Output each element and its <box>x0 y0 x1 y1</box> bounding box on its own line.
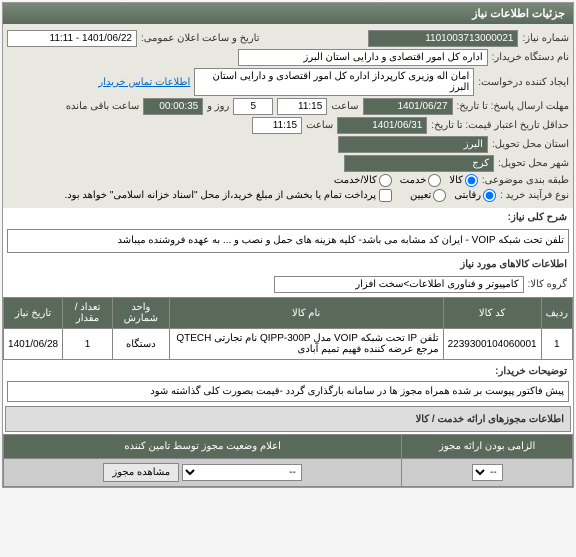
city-field: کرج <box>344 155 494 172</box>
td-code: 2239300104060001 <box>443 329 541 360</box>
th-qty: تعداد / مقدار <box>63 298 113 329</box>
deadline-date-field: 1401/06/27 <box>363 98 453 115</box>
th-mandatory: الزامی بودن ارائه مجوز <box>402 435 573 459</box>
classify-label: طبقه بندی موضوعی: <box>482 175 569 186</box>
td-unit: دستگاه <box>112 329 169 360</box>
items-title: اطلاعات کالاهای مورد نیاز <box>460 259 567 270</box>
td-name: تلفن IP تحت شبکه VOIP مدل QIPP-300P نام … <box>169 329 443 360</box>
notes-label: توضیحات خریدار: <box>495 366 567 377</box>
td-status: -- مشاهده مجوز <box>4 459 402 487</box>
public-announce-field: 1401/06/22 - 11:11 <box>7 30 137 47</box>
radio-goods-input[interactable] <box>465 174 478 187</box>
payment-checkbox-input[interactable] <box>379 189 392 202</box>
deadline-label: مهلت ارسال پاسخ: تا تاریخ: <box>457 101 569 112</box>
notes-box: پیش فاکتور پیوست بر شده همراه مجوز ها در… <box>7 381 569 402</box>
desc-title-box: تلفن تحت شبکه VOIP - ایران کد مشابه می ب… <box>7 229 569 253</box>
remain-label: ساعت باقی مانده <box>66 101 139 112</box>
time-label-2: ساعت <box>306 120 333 131</box>
time-label-1: ساعت <box>331 101 358 112</box>
status-select[interactable]: -- <box>182 464 302 481</box>
deadline-time-field: 11:15 <box>277 98 327 115</box>
td-mandatory: -- <box>402 459 573 487</box>
public-announce-label: تاریخ و ساعت اعلان عمومی: <box>141 33 260 44</box>
contact-link[interactable]: اطلاعات تماس خریدار <box>98 77 190 88</box>
buyer-org-label: نام دستگاه خریدار: <box>492 52 569 63</box>
radio-assigned-label: تعیین <box>410 190 431 201</box>
process-radio-group: رقابتی تعیین <box>410 189 496 202</box>
group-field: کامپیوتر و فناوری اطلاعات>سخت افزار <box>274 276 524 293</box>
table-row: 1 2239300104060001 تلفن IP تحت شبکه VOIP… <box>4 329 573 360</box>
process-label: نوع فرآیند خرید : <box>500 190 569 201</box>
process-radio-assigned[interactable]: تعیین <box>410 189 446 202</box>
validity-time-field: 11:15 <box>252 117 302 134</box>
validity-date-field: 1401/06/31 <box>337 117 427 134</box>
radio-both-input[interactable] <box>379 174 392 187</box>
days-field: 5 <box>233 98 273 115</box>
radio-both-label: کالا/خدمت <box>334 175 377 186</box>
city-label: شهر محل تحویل: <box>498 158 569 169</box>
classify-radio-both[interactable]: کالا/خدمت <box>334 174 392 187</box>
td-date: 1401/06/28 <box>4 329 63 360</box>
group-label: گروه کالا: <box>528 279 567 290</box>
footer-title: اطلاعات مجوزهای ارائه خدمت / کالا <box>416 414 564 425</box>
radio-service-label: خدمت <box>400 175 427 186</box>
radio-service-input[interactable] <box>428 174 441 187</box>
radio-competitive-label: رقابتی <box>454 190 481 201</box>
classify-radio-group: کالا خدمت کالا/خدمت <box>334 174 478 187</box>
th-name: نام کالا <box>169 298 443 329</box>
payment-checkbox[interactable]: پرداخت تمام یا بخشی از مبلغ خرید،از محل … <box>64 189 392 202</box>
radio-goods-label: کالا <box>449 175 463 186</box>
payment-checkbox-label: پرداخت تمام یا بخشی از مبلغ خرید،از محل … <box>64 190 376 201</box>
th-code: کد کالا <box>443 298 541 329</box>
permit-row: -- -- مشاهده مجوز <box>4 459 573 487</box>
th-status: اعلام وضعیت مجوز توسط تامین کننده <box>4 435 402 459</box>
main-panel: جزئیات اطلاعات نیاز شماره نیاز: 11010037… <box>2 2 574 488</box>
requester-label: ایجاد کننده درخواست: <box>478 77 569 88</box>
permits-table: الزامی بودن ارائه مجوز اعلام وضعیت مجوز … <box>3 434 573 487</box>
classify-radio-goods[interactable]: کالا <box>449 174 478 187</box>
radio-assigned-input[interactable] <box>433 189 446 202</box>
process-radio-competitive[interactable]: رقابتی <box>454 189 496 202</box>
mandatory-select[interactable]: -- <box>472 464 503 481</box>
panel-header: جزئیات اطلاعات نیاز <box>3 3 573 24</box>
items-table: ردیف کد کالا نام کالا واحد شمارش تعداد /… <box>3 297 573 360</box>
radio-competitive-input[interactable] <box>483 189 496 202</box>
province-field: البرز <box>338 136 488 153</box>
province-label: استان محل تحویل: <box>492 139 569 150</box>
buyer-org-field: اداره کل امور اقتصادی و دارایی استان الب… <box>238 49 488 66</box>
need-no-field: 1101003713000021 <box>368 30 518 47</box>
th-unit: واحد شمارش <box>112 298 169 329</box>
remain-time-field: 00:00:35 <box>143 98 203 115</box>
need-no-label: شماره نیاز: <box>522 33 569 44</box>
td-row: 1 <box>541 329 572 360</box>
td-qty: 1 <box>63 329 113 360</box>
requester-field: امان اله وزیری کارپرداز اداره کل امور اق… <box>194 68 474 96</box>
th-date: تاریخ نیاز <box>4 298 63 329</box>
footer-bar: اطلاعات مجوزهای ارائه خدمت / کالا <box>5 406 571 432</box>
desc-title-label: شرح کلی نیاز: <box>508 212 567 223</box>
days-label: روز و <box>207 101 229 112</box>
validity-label: حداقل تاریخ اعتبار قیمت: تا تاریخ: <box>431 120 569 131</box>
form-area: شماره نیاز: 1101003713000021 تاریخ و ساع… <box>3 24 573 208</box>
th-row: ردیف <box>541 298 572 329</box>
classify-radio-service[interactable]: خدمت <box>400 174 442 187</box>
view-permit-button[interactable]: مشاهده مجوز <box>103 463 179 482</box>
